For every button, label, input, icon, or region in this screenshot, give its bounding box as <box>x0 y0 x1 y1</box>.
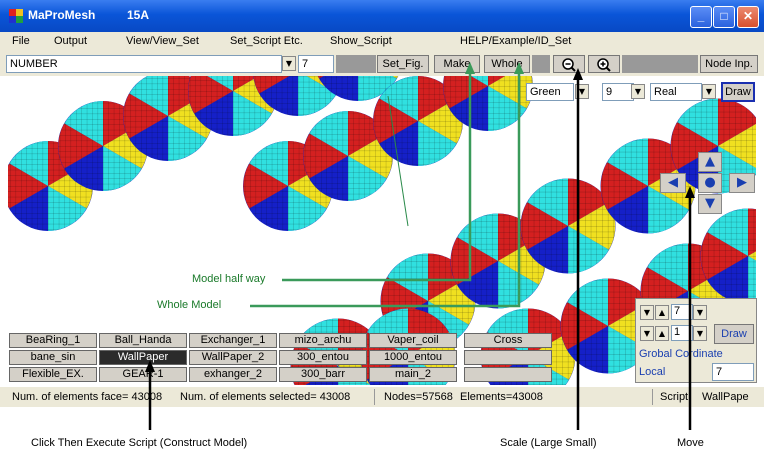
menu-show-script[interactable]: Show_Script <box>330 35 392 47</box>
draw-button[interactable]: Draw <box>721 82 755 102</box>
chevron-down-icon[interactable]: ▼ <box>702 84 716 99</box>
status-nodes: Nodes=57568 <box>384 391 453 403</box>
whole-button[interactable]: Whole <box>484 55 530 73</box>
minimize-button[interactable]: _ <box>690 6 712 28</box>
menu-view[interactable]: View/View_Set <box>126 35 199 47</box>
status-faces: Num. of elements face= 43008 <box>12 391 163 403</box>
chevron-down-icon[interactable]: ▼ <box>693 326 707 341</box>
color-select[interactable]: Green <box>526 83 574 101</box>
script-mizo-archu[interactable]: mizo_archu <box>279 333 367 348</box>
zoom-out-icon[interactable] <box>553 55 585 73</box>
local-input[interactable]: 7 <box>712 363 754 381</box>
script-gear-1[interactable]: GEAR-1 <box>99 367 187 382</box>
script-1000-entou[interactable]: 1000_entou <box>369 350 457 365</box>
script-main-2[interactable]: main_2 <box>369 367 457 382</box>
chevron-down-icon[interactable]: ▼ <box>575 84 589 99</box>
move-down-icon[interactable]: ▼ <box>698 194 722 214</box>
increment-icon[interactable]: ▲ <box>655 326 669 341</box>
chevron-down-icon[interactable]: ▼ <box>631 84 645 99</box>
app-version: 15A <box>127 8 150 22</box>
center-icon[interactable]: ● <box>698 173 722 193</box>
chevron-down-icon[interactable]: ▼ <box>282 56 296 71</box>
status-divider <box>374 389 375 405</box>
toolbar-spacer <box>622 55 698 73</box>
number-input[interactable]: 7 <box>298 55 334 73</box>
status-bar: Num. of elements face= 43008 Num. of ele… <box>0 387 764 407</box>
toolbar: NUMBER ▼ 7 Set_Fig. Make Whole Node Inp. <box>0 52 764 76</box>
zoom-in-icon[interactable] <box>588 55 620 73</box>
menu-set-script[interactable]: Set_Script Etc. <box>230 35 303 47</box>
move-left-icon[interactable]: ◀ <box>660 173 686 193</box>
panel-draw-button[interactable]: Draw <box>714 324 754 344</box>
move-up-icon[interactable]: ▲ <box>698 152 722 172</box>
script-ball-handa[interactable]: Ball_Handa <box>99 333 187 348</box>
status-script-name: WallPape <box>702 391 749 403</box>
menu-file[interactable]: File <box>12 35 30 47</box>
chevron-down-icon[interactable]: ▼ <box>693 305 707 320</box>
script-bane-sin[interactable]: bane_sin <box>9 350 97 365</box>
script-wallpaper[interactable]: WallPaper <box>99 350 187 365</box>
decrement-icon[interactable]: ▼ <box>640 305 654 320</box>
title-bar: MaProMesh 15A _ □ ✕ <box>0 0 764 32</box>
make-button[interactable]: Make <box>434 55 480 73</box>
maximize-button[interactable]: □ <box>713 6 735 28</box>
script-cross[interactable]: Cross <box>464 333 552 348</box>
script-wallpaper-2[interactable]: WallPaper_2 <box>189 350 277 365</box>
status-divider <box>652 389 653 405</box>
script-vaper-coil[interactable]: Vaper_coil <box>369 333 457 348</box>
script-empty[interactable] <box>464 367 552 382</box>
toolbar-spacer <box>532 55 550 73</box>
annotation-model-half: Model half way <box>192 273 266 285</box>
increment-icon[interactable]: ▲ <box>655 305 669 320</box>
local-label: Local <box>639 366 666 378</box>
value1-input[interactable]: 7 <box>671 304 693 320</box>
toolbar-spacer <box>336 55 376 73</box>
coordinate-panel: ▼ ▲ 7 ▼ ▼ ▲ 1 ▼ Draw Grobal Cordinate Lo… <box>635 298 757 383</box>
value2-input[interactable]: 1 <box>671 325 693 341</box>
script-300-barr[interactable]: 300_barr <box>279 367 367 382</box>
script-exhanger-2[interactable]: exhanger_2 <box>189 367 277 382</box>
status-selected: Num. of elements selected= 43008 <box>180 391 351 403</box>
move-right-icon[interactable]: ▶ <box>729 173 755 193</box>
menu-output[interactable]: Output <box>54 35 87 47</box>
script-empty[interactable] <box>464 350 552 365</box>
script-bearing-1[interactable]: BeaRing_1 <box>9 333 97 348</box>
menu-bar: File Output View/View_Set Set_Script Etc… <box>0 32 764 52</box>
annotation-whole-model: Whole Model <box>157 299 222 311</box>
type-select[interactable]: Real <box>650 83 702 101</box>
app-icon <box>9 9 24 24</box>
close-button[interactable]: ✕ <box>737 6 759 28</box>
global-coordinate-label: Grobal Cordinate <box>639 348 723 360</box>
annotation-move: Move <box>677 437 704 449</box>
count-select[interactable]: 9 <box>602 83 634 101</box>
annotation-click-execute: Click Then Execute Script (Construct Mod… <box>31 437 248 449</box>
script-300-entou[interactable]: 300_entou <box>279 350 367 365</box>
menu-help[interactable]: HELP/Example/ID_Set <box>460 35 571 47</box>
status-elements: Elements=43008 <box>460 391 543 403</box>
app-title: MaProMesh <box>28 8 96 22</box>
decrement-icon[interactable]: ▼ <box>640 326 654 341</box>
set-fig-button[interactable]: Set_Fig. <box>377 55 429 73</box>
script-exchanger-1[interactable]: Exchanger_1 <box>189 333 277 348</box>
status-script-label: Script <box>660 391 689 403</box>
mode-select[interactable]: NUMBER <box>6 55 282 73</box>
annotation-scale: Scale (Large Small) <box>500 437 597 449</box>
script-flexible-ex[interactable]: Flexible_EX. <box>9 367 97 382</box>
node-inp-button[interactable]: Node Inp. <box>700 55 758 73</box>
